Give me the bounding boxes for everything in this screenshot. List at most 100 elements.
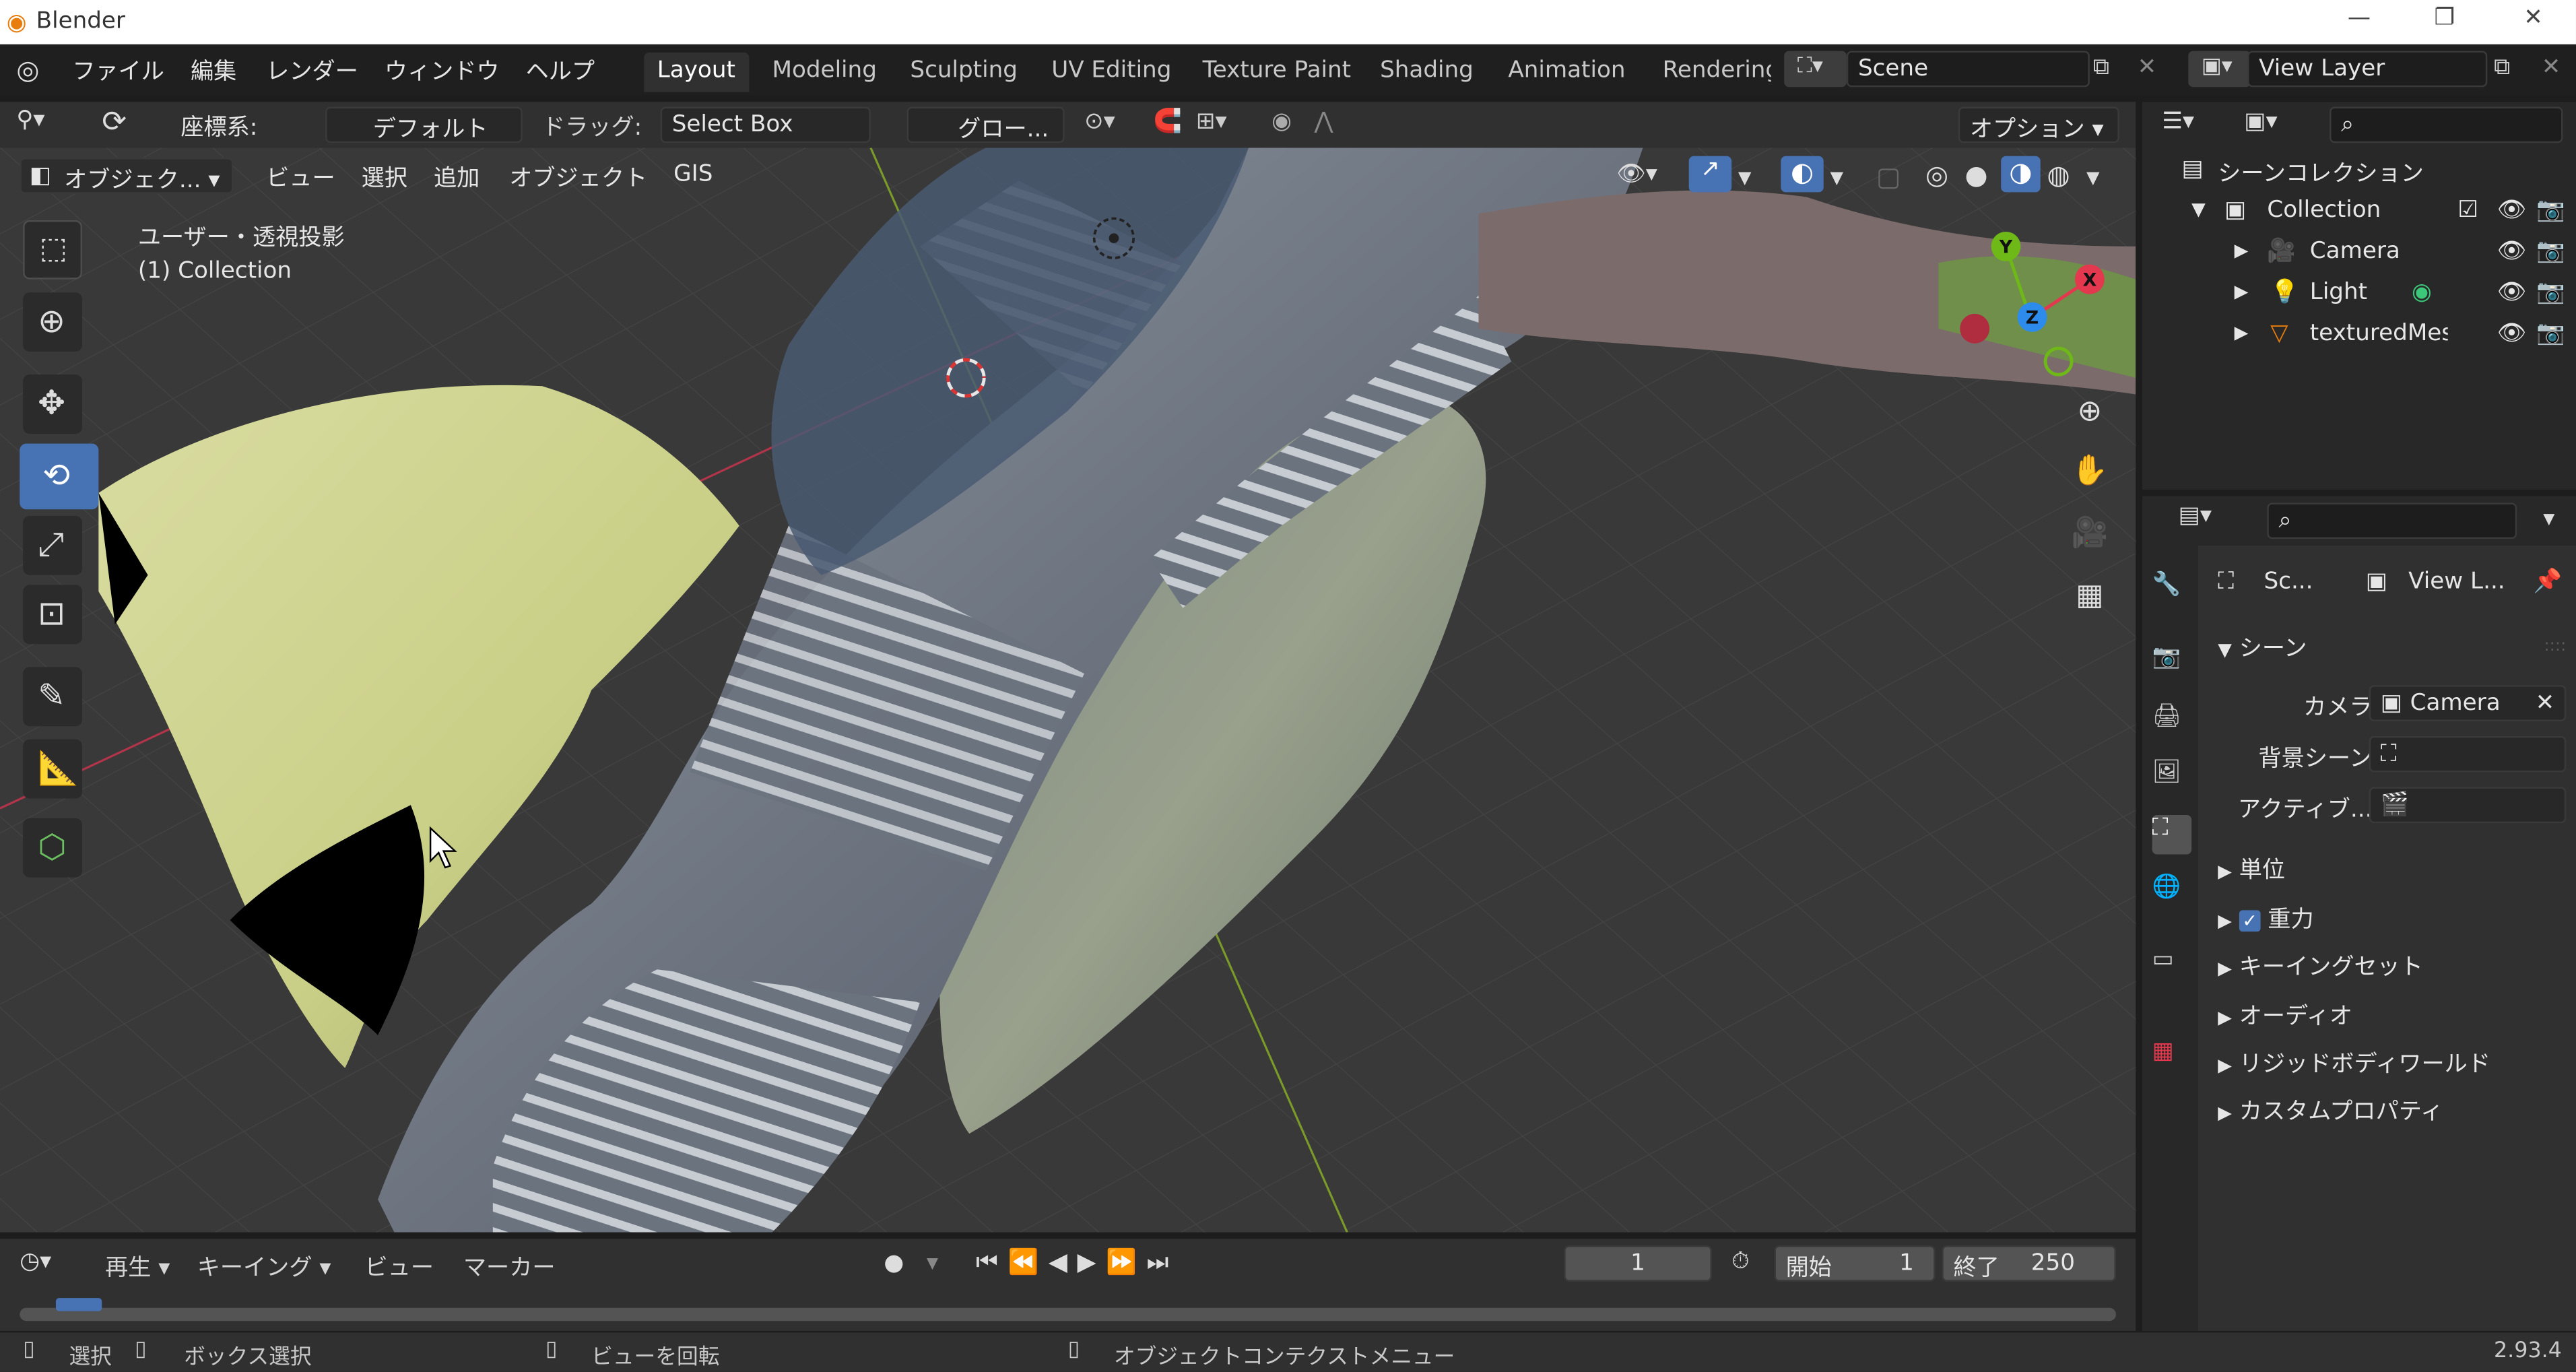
zoom-icon[interactable]: ⊕ xyxy=(2067,394,2113,440)
menu-file[interactable]: ファイル xyxy=(72,55,164,88)
blender-menu-icon[interactable]: ◎ xyxy=(16,55,49,88)
scene-panel-header[interactable]: ▼ シーン xyxy=(2218,631,2307,664)
camera-clear-icon[interactable]: ✕ xyxy=(2536,690,2555,717)
3d-viewport[interactable]: ◧ オブジェク... ▾ ビュー 選択 追加 オブジェクト GIS 👁▾ ↗ ▾ … xyxy=(0,148,2136,1233)
measure-tool[interactable]: 📐 xyxy=(23,739,82,799)
panel-drag-handle[interactable]: :::: xyxy=(2544,637,2566,655)
audio-panel-header[interactable]: ▶ オーディオ xyxy=(2218,999,2352,1032)
collection-eye-icon[interactable]: 👁 xyxy=(2497,197,2526,224)
timeline-scrollbar[interactable] xyxy=(20,1307,2116,1321)
keying-sets-panel-header[interactable]: ▶ キーイングセット xyxy=(2218,950,2423,983)
scale-tool[interactable]: ⤢ xyxy=(23,515,82,575)
current-frame-field[interactable]: 1 xyxy=(1564,1245,1712,1282)
menu-view[interactable]: ビュー xyxy=(266,161,335,194)
proportional-edit-icon[interactable]: ◉ xyxy=(1272,108,1292,135)
new-view-layer-icon[interactable]: ⧉ xyxy=(2494,55,2527,81)
shading-dropdown-icon[interactable]: ▾ xyxy=(2086,161,2100,192)
preview-range-icon[interactable]: ⏱ xyxy=(1731,1249,1750,1275)
rigid-body-world-panel-header[interactable]: ▶ リジッドボディワールド xyxy=(2218,1047,2490,1080)
tab-layout[interactable]: Layout xyxy=(644,53,749,92)
transform-orientation-dropdown[interactable]: グロー... xyxy=(906,106,1065,143)
pivot-point-icon[interactable]: ⊙▾ xyxy=(1084,108,1115,135)
ortho-grid-icon[interactable]: ▦ xyxy=(2067,579,2113,624)
camera-view-icon[interactable]: 🎥 xyxy=(2067,516,2113,562)
view-layer-browse-button[interactable]: ▣▾ xyxy=(2188,51,2251,88)
neg-x-axis-icon[interactable] xyxy=(1960,313,1990,344)
rotate-tool[interactable]: ⟲ xyxy=(20,443,99,510)
select-box-tool[interactable]: ⬚ xyxy=(23,220,82,280)
solid-shading-icon[interactable]: ● xyxy=(1965,160,1988,191)
rendered-shading-icon[interactable]: ◍ xyxy=(2047,160,2070,191)
timeline-editor-type-icon[interactable]: ◷▾ xyxy=(20,1249,51,1275)
scene-collection-row[interactable]: ▤ シーンコレクション xyxy=(2142,151,2576,191)
playback-controls[interactable]: ⏮⏪◀▶⏩⏭ xyxy=(976,1247,1179,1277)
scene-tab-icon[interactable]: ⛶ xyxy=(2152,814,2192,855)
editor-type-icon[interactable]: ⚲▾ xyxy=(16,107,44,133)
collection-row[interactable]: ▼ ▣ Collection ☑ 👁 📷 xyxy=(2142,192,2576,232)
view-layer-name-field[interactable]: View Layer xyxy=(2247,51,2488,88)
move-tool[interactable]: ✥ xyxy=(23,374,82,434)
mode-dropdown[interactable]: ◧ オブジェク... ▾ xyxy=(20,158,234,194)
pin-icon[interactable]: 📌 xyxy=(2534,568,2563,595)
properties-options-icon[interactable]: ▾ xyxy=(2543,506,2554,532)
active-clip-field[interactable]: 🎬 xyxy=(2369,787,2567,824)
custom-properties-panel-header[interactable]: ▶ カスタムプロパティ xyxy=(2218,1095,2443,1128)
outliner-search-input[interactable]: ⌕ xyxy=(2330,106,2563,143)
menu-timeline-view[interactable]: ビュー xyxy=(365,1250,434,1283)
overlay-dropdown-icon[interactable]: ▾ xyxy=(1830,161,1843,192)
mesh-render-icon[interactable]: 📷 xyxy=(2536,321,2565,347)
playhead[interactable] xyxy=(55,1298,102,1311)
visibility-icon[interactable]: 👁▾ xyxy=(1616,161,1657,187)
properties-search-input[interactable]: ⌕ xyxy=(2267,502,2517,540)
menu-object[interactable]: オブジェクト xyxy=(509,161,647,194)
transform-tool[interactable]: ⊡ xyxy=(23,585,82,645)
delete-view-layer-icon[interactable]: ✕ xyxy=(2542,55,2568,81)
collection-render-icon[interactable]: 📷 xyxy=(2536,197,2565,224)
camera-field[interactable]: ▣ Camera ✕ xyxy=(2369,685,2567,721)
auto-key-dropdown-icon[interactable]: ▾ xyxy=(927,1250,938,1276)
wireframe-shading-icon[interactable]: ◎ xyxy=(1925,160,1948,191)
tab-modeling[interactable]: Modeling xyxy=(759,53,890,92)
texture-tab-icon[interactable]: ▦ xyxy=(2152,1039,2192,1078)
gizmo-dropdown-icon[interactable]: ▾ xyxy=(1738,161,1752,192)
menu-keying[interactable]: キーイング ▾ xyxy=(197,1250,331,1283)
exclude-checkbox[interactable]: ☑ xyxy=(2457,197,2478,224)
menu-marker[interactable]: マーカー xyxy=(463,1250,556,1283)
scene-name-field[interactable]: Scene xyxy=(1846,51,2090,88)
new-scene-icon[interactable]: ⧉ xyxy=(2093,55,2126,81)
units-panel-header[interactable]: ▶ 単位 xyxy=(2218,853,2285,886)
menu-gis[interactable]: GIS xyxy=(673,161,713,187)
outliner-item-light[interactable]: ▶ 💡 Light ◉ 👁 📷 xyxy=(2142,274,2576,314)
scene-browse-button[interactable]: ⛶▾ xyxy=(1784,51,1847,88)
snap-target-icon[interactable]: ⊞▾ xyxy=(1196,108,1227,135)
tool-tab-icon[interactable]: 🔧 xyxy=(2152,572,2192,612)
output-tab-icon[interactable]: 🖨 xyxy=(2152,703,2192,743)
proportional-falloff-icon[interactable]: ⋀ xyxy=(1315,108,1333,135)
tab-animation[interactable]: Animation xyxy=(1495,53,1639,92)
annotate-tool[interactable]: ✎ xyxy=(23,667,82,727)
xray-icon[interactable]: ▢ xyxy=(1876,161,1901,192)
collection-expand-icon[interactable]: ▼ xyxy=(2191,199,2206,220)
start-frame-field[interactable]: 開始 1 xyxy=(1774,1245,1936,1282)
menu-playback[interactable]: 再生 ▾ xyxy=(105,1250,170,1283)
pan-hand-icon[interactable]: ✋ xyxy=(2067,453,2113,499)
menu-edit[interactable]: 編集 xyxy=(191,55,236,88)
overlay-toggle-icon[interactable]: ◐ xyxy=(1781,156,1824,193)
delete-scene-icon[interactable]: ✕ xyxy=(2138,55,2164,81)
background-scene-field[interactable]: ⛶ xyxy=(2369,736,2567,773)
menu-window[interactable]: ウィンドウ xyxy=(385,55,500,88)
light-eye-icon[interactable]: 👁 xyxy=(2497,280,2526,306)
close-button[interactable]: ✕ xyxy=(2517,5,2550,31)
menu-add[interactable]: 追加 xyxy=(434,161,480,194)
light-render-icon[interactable]: 📷 xyxy=(2536,280,2565,306)
record-icon[interactable]: ● xyxy=(884,1250,904,1276)
collection-tab-icon[interactable]: ▭ xyxy=(2152,946,2192,986)
gravity-checkbox[interactable]: ✓ xyxy=(2239,910,2261,932)
tab-rendering[interactable]: Rendering xyxy=(1649,53,1771,92)
tab-shading[interactable]: Shading xyxy=(1367,53,1487,92)
orientation-dropdown[interactable]: デフォルト xyxy=(325,106,523,143)
snap-toggle-icon[interactable]: 🧲 xyxy=(1153,108,1182,135)
outliner-item-mesh[interactable]: ▶ ▽ texturedMesl 👁 📷 xyxy=(2142,315,2576,355)
camera-expand-icon[interactable]: ▶ xyxy=(2235,240,2249,261)
cursor-tool[interactable]: ⊕ xyxy=(23,292,82,352)
